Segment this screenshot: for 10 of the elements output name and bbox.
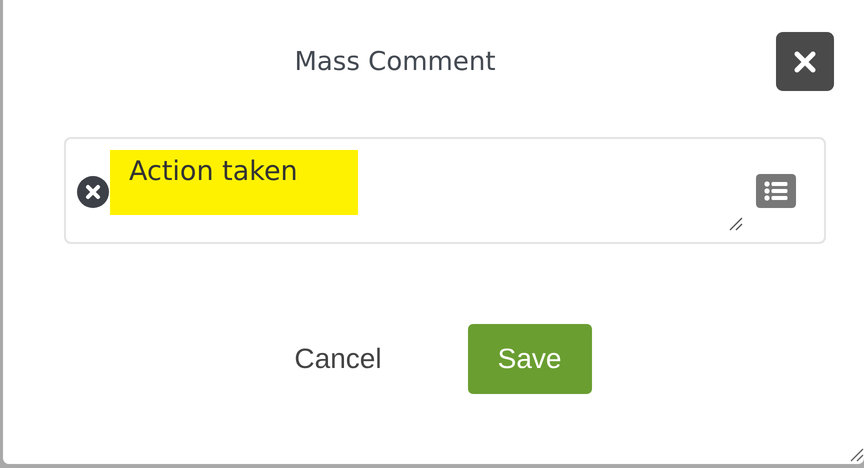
close-icon bbox=[793, 50, 817, 74]
cancel-button[interactable]: Cancel bbox=[294, 343, 382, 375]
list-icon[interactable] bbox=[756, 174, 796, 208]
resize-grip-icon bbox=[729, 217, 743, 231]
dialog-title: Mass Comment bbox=[293, 46, 497, 76]
close-button[interactable] bbox=[776, 32, 834, 91]
resize-grip-icon[interactable] bbox=[850, 448, 864, 462]
clear-icon[interactable] bbox=[77, 176, 109, 208]
comment-text: Action taken bbox=[110, 150, 358, 215]
comment-field[interactable]: Action taken bbox=[64, 137, 826, 244]
